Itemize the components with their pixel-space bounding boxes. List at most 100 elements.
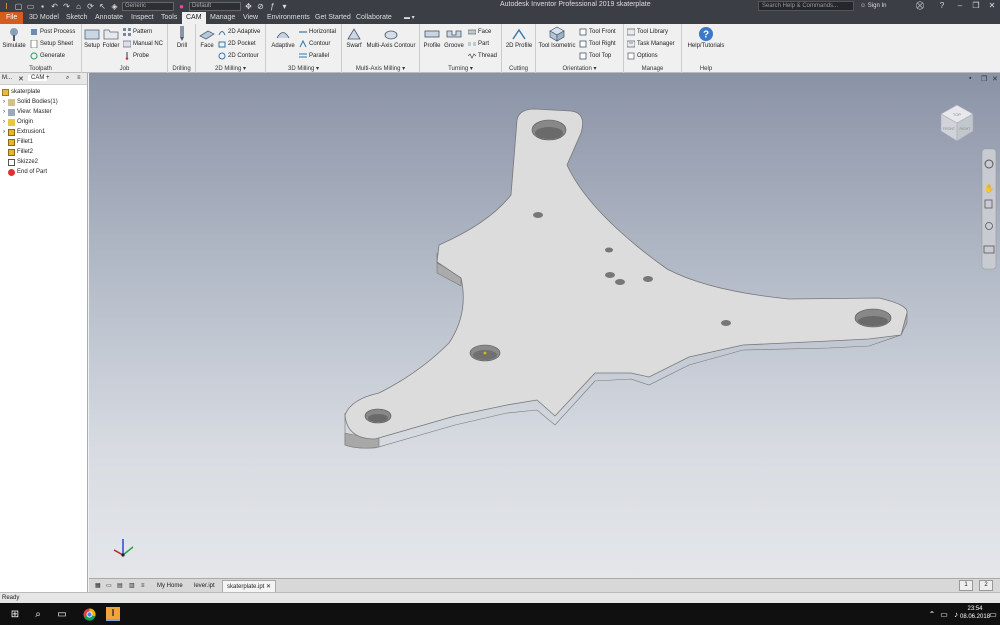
search-input[interactable]: Search Help & Commands... [758,1,854,11]
restore-icon[interactable]: ❐ [968,0,984,12]
help-tutorials-button[interactable]: ? Help/Tutorials [684,26,728,49]
chrome-icon[interactable] [82,607,96,621]
post-process-button[interactable]: Post Process [30,27,75,37]
open-file-icon[interactable]: ▭ [26,2,35,11]
panel-expand-icon[interactable]: ▾ [314,66,319,72]
tab-file[interactable]: File [0,12,24,24]
viewport-restore-icon[interactable]: ❐ [981,75,987,83]
2d-pocket-button[interactable]: 2D Pocket [218,39,256,49]
search-icon[interactable]: ⌕ [31,607,45,621]
tree-item-fillet2[interactable]: Fillet2 [8,147,33,157]
tree-item-skaterplate[interactable]: skaterplate [2,87,40,97]
setup-button[interactable]: Setup [83,26,101,49]
viewport-close-icon[interactable]: ✕ [992,75,998,83]
part-button[interactable]: Part [468,39,489,49]
skaterplate-model[interactable]: TOP FRONT RIGHT ✋ [89,73,1000,578]
probe-button[interactable]: Probe [123,51,149,61]
tab-sketch[interactable]: Sketch [66,12,87,24]
tab-get-started[interactable]: Get Started [315,12,351,24]
ribbon-minimize-icon[interactable]: ▬ ▾ [404,12,415,24]
tree-item-origin[interactable]: › Origin [3,117,33,127]
tree-item-extrusion1[interactable]: › Extrusion1 [3,127,45,137]
fx-icon[interactable]: ƒ [268,2,277,11]
tool-isometric-button[interactable]: Tool Isometric [537,26,577,49]
minimize-icon[interactable]: – [952,0,968,12]
options-button[interactable]: Options [627,51,658,61]
setup-sheet-button[interactable]: Setup Sheet [30,39,73,49]
home-icon[interactable]: ⌂ [74,2,83,11]
tool-library-button[interactable]: Tool Library [627,27,668,37]
inventor-taskbar-icon[interactable]: I [106,607,120,621]
doc-tab-lever[interactable]: lever.ipt [190,580,219,592]
tab-collaborate[interactable]: Collaborate [356,12,392,24]
profile-button[interactable]: Profile [421,26,443,49]
panel-expand-icon[interactable]: ▾ [400,66,405,72]
task-view-icon[interactable]: ▭ [55,607,69,621]
tree-item-skizze2[interactable]: Skizze2 [8,157,38,167]
tab-view[interactable]: View [243,12,258,24]
undo-icon[interactable]: ↶ [50,2,59,11]
tab-inspect[interactable]: Inspect [131,12,154,24]
2d-profile-button[interactable]: 2D Profile [503,26,535,49]
material-dropdown[interactable]: Generic [122,1,174,11]
swarf-button[interactable]: Swarf [344,26,364,49]
close-icon[interactable]: ✕ [264,584,271,590]
adjust-icon[interactable]: ✥ [244,2,253,11]
tree-item-fillet1[interactable]: Fillet1 [8,137,33,147]
doc-tab-my-home[interactable]: My Home [153,580,187,592]
tab-3d-model[interactable]: 3D Model [29,12,59,24]
new-file-icon[interactable]: ▢ [14,2,23,11]
face-button[interactable]: Face [197,26,217,49]
adaptive-button[interactable]: Adaptive [268,26,298,49]
tree-item-view-master[interactable]: › View: Master [3,107,52,117]
tool-right-button[interactable]: Tool Right [579,39,616,49]
doc-tab-skaterplate[interactable]: skaterplate.ipt ✕ [222,580,277,592]
tab-cam[interactable]: CAM [182,12,206,24]
page-2-button[interactable]: 2 [979,580,993,591]
redo-icon[interactable]: ↷ [62,2,71,11]
contour-button[interactable]: Contour [299,39,330,49]
view-cube[interactable]: TOP FRONT RIGHT [940,104,974,142]
sign-in-button[interactable]: ☺ Sign In [860,1,886,11]
graphics-viewport[interactable]: TOP FRONT RIGHT ✋ ▪ ❐ ✕ [89,73,1000,578]
tab-manage[interactable]: Manage [210,12,235,24]
manual-nc-button[interactable]: Manual NC [123,39,163,49]
help-icon[interactable]: ? [934,0,950,12]
drill-button[interactable]: Drill [172,26,192,49]
tool-front-button[interactable]: Tool Front [579,27,616,37]
2d-adaptive-button[interactable]: 2D Adaptive [218,27,260,37]
windows-start-icon[interactable]: ⊞ [8,607,22,621]
appearance-dropdown[interactable]: Default [189,1,241,11]
multi-axis-contour-button[interactable]: Multi-Axis Contour [364,26,418,49]
generate-button[interactable]: Generate [30,51,65,61]
update-icon[interactable]: ⟳ [86,2,95,11]
2d-contour-button[interactable]: 2D Contour [218,51,259,61]
horizontal-button[interactable]: Horizontal [299,27,336,37]
simulate-button[interactable]: Simulate [2,26,26,49]
inventor-logo-icon[interactable]: I [2,2,11,11]
documents-menu-icon[interactable]: ≡ [137,580,149,592]
parallel-button[interactable]: Parallel [299,51,329,61]
panel-expand-icon[interactable]: ▾ [241,66,246,72]
cart-icon[interactable]: ⛒ [912,0,928,12]
notifications-icon[interactable]: ▭ [986,607,1000,621]
panel-expand-icon[interactable]: ▾ [592,66,596,72]
save-icon[interactable]: ▪ [38,2,47,11]
tree-item-end-of-part[interactable]: End of Part [8,167,47,177]
tab-tools[interactable]: Tools [161,12,177,24]
menu-icon[interactable]: ≡ [77,75,81,81]
pan-icon[interactable]: ✋ [984,183,994,193]
clear-icon[interactable]: ⊘ [256,2,265,11]
tool-top-button[interactable]: Tool Top [579,51,611,61]
tab-model-browser[interactable]: M... [2,75,12,81]
tab-annotate[interactable]: Annotate [95,12,123,24]
customize-dropdown-icon[interactable]: ▾ [280,2,289,11]
turning-face-button[interactable]: Face [468,27,491,37]
select-icon[interactable]: ↖ [98,2,107,11]
thread-button[interactable]: Thread [468,51,497,61]
tab-environments[interactable]: Environments [267,12,310,24]
page-1-button[interactable]: 1 [959,580,973,591]
close-icon[interactable]: ✕ [984,0,1000,12]
task-manager-button[interactable]: Task Manager [627,39,675,49]
search-icon[interactable]: ⌕ [66,75,69,82]
